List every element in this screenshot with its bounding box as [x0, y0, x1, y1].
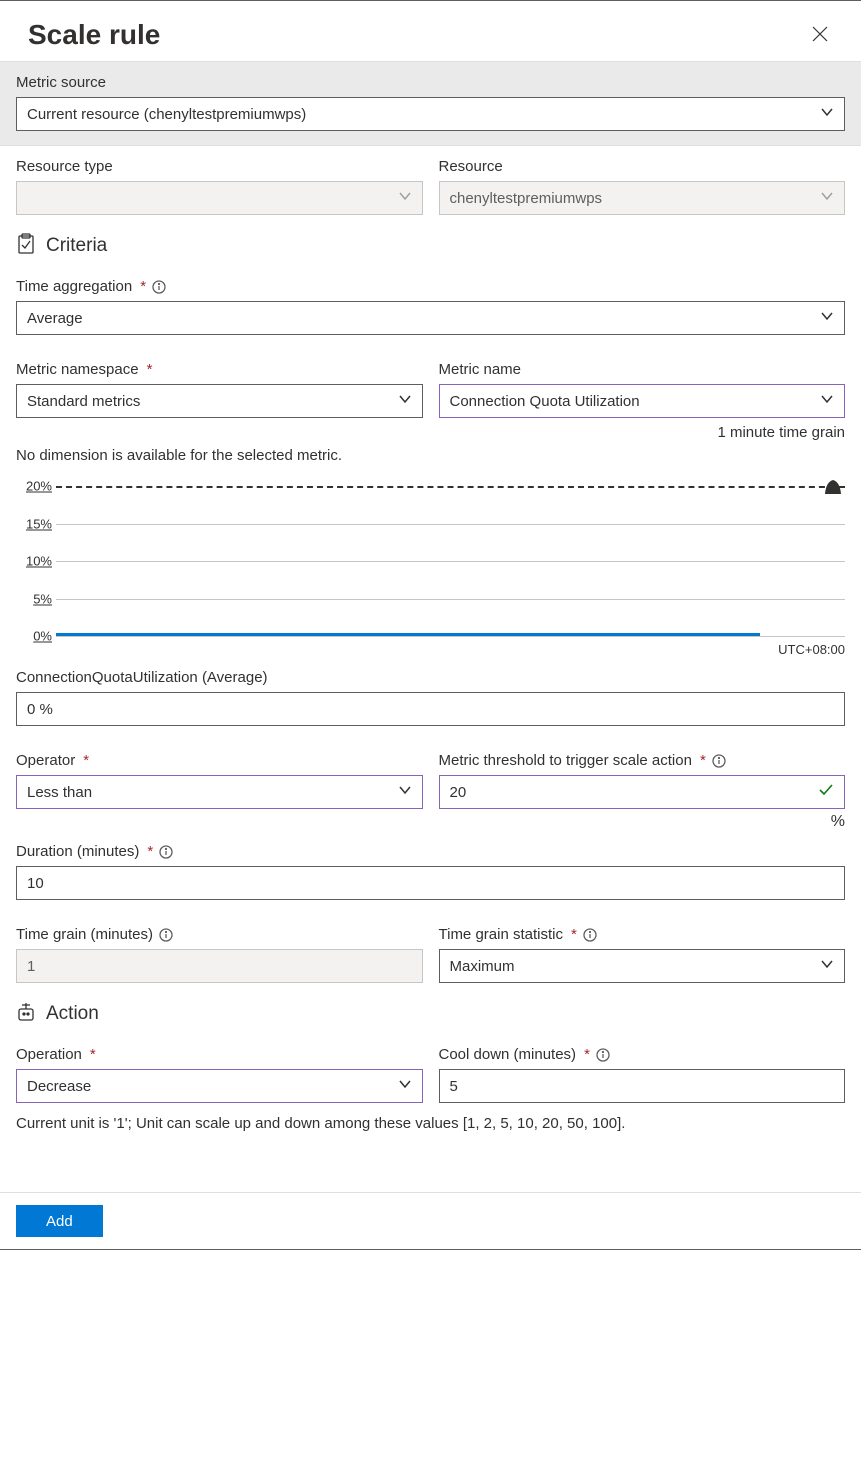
- add-button[interactable]: Add: [16, 1205, 103, 1237]
- cooldown-input[interactable]: 5: [439, 1069, 846, 1103]
- time-aggregation-dropdown[interactable]: Average: [16, 301, 845, 335]
- time-grain-minutes-input: 1: [16, 949, 423, 983]
- chevron-down-icon: [398, 392, 412, 410]
- info-icon[interactable]: [583, 928, 597, 942]
- unit-hint: Current unit is '1'; Unit can scale up a…: [16, 1115, 845, 1132]
- chevron-down-icon: [820, 392, 834, 410]
- cooldown-label: Cool down (minutes): [439, 1046, 577, 1063]
- chart-tick: 10%: [12, 554, 52, 569]
- threshold-input[interactable]: 20: [439, 775, 846, 809]
- clipboard-check-icon: [16, 233, 36, 258]
- checkmark-icon: [818, 782, 834, 802]
- duration-label: Duration (minutes): [16, 843, 139, 860]
- chevron-down-icon: [820, 105, 834, 123]
- action-robot-icon: [16, 1001, 36, 1026]
- metric-chart: 20% 15% 10% 5% 0% UTC+08:00: [16, 486, 845, 657]
- metric-name-value: Connection Quota Utilization: [450, 393, 640, 410]
- time-aggregation-value: Average: [27, 310, 83, 327]
- required-marker: *: [584, 1046, 590, 1063]
- chevron-down-icon: [398, 783, 412, 801]
- metric-source-label: Metric source: [16, 74, 845, 91]
- info-icon[interactable]: [159, 928, 173, 942]
- time-grain-statistic-dropdown[interactable]: Maximum: [439, 949, 846, 983]
- info-icon[interactable]: [596, 1048, 610, 1062]
- threshold-value: 20: [450, 784, 467, 801]
- operation-dropdown[interactable]: Decrease: [16, 1069, 423, 1103]
- chart-spike: [821, 478, 845, 494]
- resource-label: Resource: [439, 158, 846, 175]
- resource-value: chenyltestpremiumwps: [450, 190, 603, 207]
- info-icon[interactable]: [152, 280, 166, 294]
- chevron-down-icon: [820, 189, 834, 207]
- metric-name-dropdown[interactable]: Connection Quota Utilization: [439, 384, 846, 418]
- operator-label: Operator: [16, 752, 75, 769]
- required-marker: *: [700, 752, 706, 769]
- chart-tick: 5%: [12, 591, 52, 606]
- duration-value: 10: [27, 875, 44, 892]
- time-grain-statistic-value: Maximum: [450, 958, 515, 975]
- threshold-label: Metric threshold to trigger scale action: [439, 752, 692, 769]
- resource-type-dropdown: [16, 181, 423, 215]
- time-grain-statistic-label: Time grain statistic: [439, 926, 563, 943]
- chart-tick: 15%: [12, 516, 52, 531]
- time-grain-minutes-value: 1: [27, 958, 35, 975]
- action-heading: Action: [46, 1003, 99, 1025]
- duration-input[interactable]: 10: [16, 866, 845, 900]
- resource-dropdown: chenyltestpremiumwps: [439, 181, 846, 215]
- chart-tick: 20%: [12, 479, 52, 494]
- metric-value-label: ConnectionQuotaUtilization (Average): [16, 669, 845, 686]
- close-icon: [811, 30, 829, 46]
- operator-value: Less than: [27, 784, 92, 801]
- chart-series-line: [56, 633, 760, 636]
- required-marker: *: [83, 752, 89, 769]
- metric-source-value: Current resource (chenyltestpremiumwps): [27, 106, 306, 123]
- required-marker: *: [90, 1046, 96, 1063]
- time-grain-minutes-label: Time grain (minutes): [16, 926, 153, 943]
- metric-source-dropdown[interactable]: Current resource (chenyltestpremiumwps): [16, 97, 845, 131]
- time-aggregation-label: Time aggregation: [16, 278, 132, 295]
- chevron-down-icon: [398, 1077, 412, 1095]
- operation-value: Decrease: [27, 1078, 91, 1095]
- threshold-unit: %: [439, 813, 846, 831]
- required-marker: *: [147, 361, 153, 378]
- required-marker: *: [147, 843, 153, 860]
- cooldown-value: 5: [450, 1078, 458, 1095]
- operation-label: Operation: [16, 1046, 82, 1063]
- chevron-down-icon: [398, 189, 412, 207]
- operator-dropdown[interactable]: Less than: [16, 775, 423, 809]
- panel-title: Scale rule: [28, 19, 160, 51]
- chart-tick: 0%: [12, 629, 52, 644]
- metric-name-label: Metric name: [439, 361, 846, 378]
- metric-namespace-value: Standard metrics: [27, 393, 140, 410]
- info-icon[interactable]: [159, 845, 173, 859]
- chevron-down-icon: [820, 957, 834, 975]
- resource-type-label: Resource type: [16, 158, 423, 175]
- chart-timezone: UTC+08:00: [16, 642, 845, 657]
- required-marker: *: [571, 926, 577, 943]
- metric-namespace-dropdown[interactable]: Standard metrics: [16, 384, 423, 418]
- required-marker: *: [140, 278, 146, 295]
- metric-value-display: 0 %: [16, 692, 845, 726]
- time-grain-note: 1 minute time grain: [439, 424, 846, 441]
- criteria-heading: Criteria: [46, 235, 107, 257]
- chevron-down-icon: [820, 309, 834, 327]
- info-icon[interactable]: [712, 754, 726, 768]
- metric-namespace-label: Metric namespace: [16, 361, 139, 378]
- no-dimension-note: No dimension is available for the select…: [16, 447, 845, 464]
- close-button[interactable]: [807, 21, 833, 50]
